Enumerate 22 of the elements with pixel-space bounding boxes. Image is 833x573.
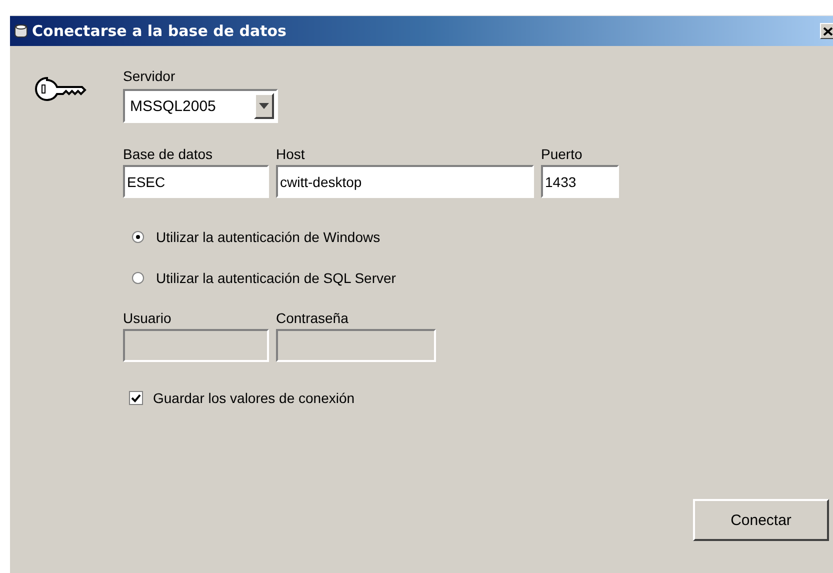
radio-button[interactable]	[132, 231, 144, 243]
database-icon	[14, 23, 28, 39]
field-label: Base de datos	[123, 145, 214, 163]
caret-icon	[259, 103, 269, 109]
close-icon	[823, 26, 833, 36]
input-field[interactable]: ESEC	[123, 165, 269, 198]
input-field[interactable]: cwitt-desktop	[276, 165, 534, 198]
radio-button[interactable]	[132, 272, 144, 284]
input-field[interactable]: 1433	[541, 165, 619, 198]
connect-button[interactable]: Conectar	[693, 499, 829, 541]
server-dropdown[interactable]: MSSQL2005	[123, 89, 278, 123]
window-title: Conectarse a la base de datos	[32, 22, 288, 40]
field-label: Usuario	[123, 309, 172, 327]
field-label: Puerto	[541, 145, 584, 163]
field-label: Host	[276, 145, 306, 163]
checkbox-label: Guardar los valores de conexión	[153, 390, 355, 406]
field-label: Contraseña	[276, 309, 350, 327]
field-label: Servidor	[123, 67, 176, 85]
option-label: Utilizar la autenticación de Windows	[156, 229, 380, 245]
checkbox[interactable]	[129, 391, 143, 405]
option-label: Utilizar la autenticación de SQL Server	[156, 270, 396, 286]
close-button[interactable]	[820, 23, 833, 39]
